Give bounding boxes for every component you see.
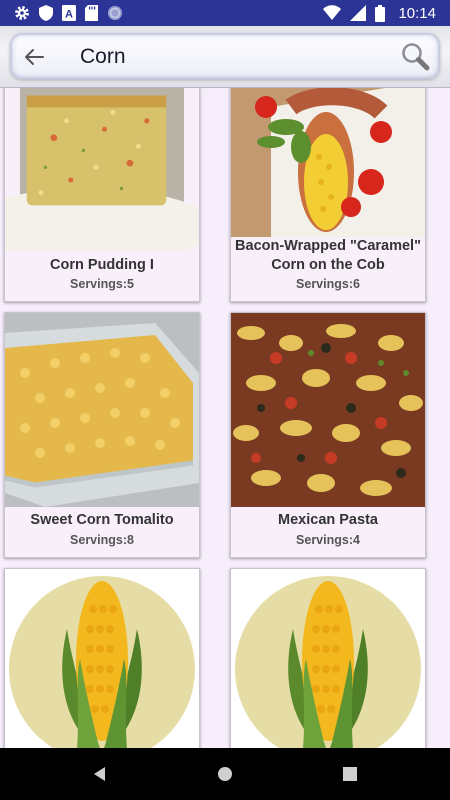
tomalito-photo bbox=[5, 313, 199, 507]
navigation-bar bbox=[0, 748, 450, 800]
corn-pudding-photo bbox=[5, 88, 199, 251]
recipe-title: Sweet Corn Tomalito bbox=[30, 512, 174, 528]
signal-icon bbox=[350, 5, 367, 21]
mexican-pasta-photo bbox=[231, 313, 425, 507]
recipe-title: Mexican Pasta bbox=[278, 512, 378, 528]
recipe-card[interactable]: Bacon-Wrapped "Caramel" Corn on the Cob … bbox=[230, 88, 426, 302]
recipe-servings: Servings:5 bbox=[70, 277, 134, 291]
recipe-grid: Corn Pudding I Servings:5 Bacon-Wrapped … bbox=[0, 88, 450, 748]
status-right-icons: 10:14 bbox=[323, 4, 436, 22]
recipe-card[interactable] bbox=[230, 568, 426, 748]
corn-placeholder-icon bbox=[5, 569, 199, 748]
recipe-servings: Servings:8 bbox=[70, 533, 134, 547]
font-a-icon: A bbox=[62, 5, 76, 21]
recipe-card[interactable]: Sweet Corn Tomalito Servings:8 bbox=[4, 312, 200, 558]
status-left-icons: A bbox=[14, 4, 123, 22]
battery-icon bbox=[375, 4, 386, 22]
bacon-corn-photo bbox=[231, 88, 425, 237]
sd-card-icon bbox=[85, 5, 98, 21]
magnifier-icon[interactable] bbox=[400, 41, 430, 71]
back-triangle-icon[interactable] bbox=[90, 764, 110, 784]
recipe-card[interactable]: Mexican Pasta Servings:4 bbox=[230, 312, 426, 558]
search-header: Corn bbox=[0, 26, 450, 88]
recents-square-icon[interactable] bbox=[340, 764, 360, 784]
wifi-icon bbox=[323, 5, 342, 20]
search-bar[interactable]: Corn bbox=[10, 33, 440, 79]
recipe-title: Corn Pudding I bbox=[50, 257, 154, 273]
recipe-servings: Servings:6 bbox=[296, 277, 360, 291]
home-circle-icon[interactable] bbox=[215, 764, 235, 784]
recipe-servings: Servings:4 bbox=[296, 533, 360, 547]
gear-icon bbox=[15, 6, 29, 20]
arrow-left-icon[interactable] bbox=[22, 45, 46, 69]
recipe-card[interactable] bbox=[4, 568, 200, 748]
clock-time: 10:14 bbox=[398, 4, 436, 22]
svg-text:A: A bbox=[65, 9, 73, 21]
corn-placeholder-icon bbox=[231, 569, 425, 748]
status-bar: A 10:14 bbox=[0, 0, 450, 26]
recipe-card[interactable]: Corn Pudding I Servings:5 bbox=[4, 88, 200, 302]
recipe-title: Bacon-Wrapped "Caramel" Corn on the Cob bbox=[235, 238, 421, 273]
search-input[interactable]: Corn bbox=[80, 45, 126, 69]
sync-circle-icon bbox=[108, 6, 122, 20]
shield-icon bbox=[39, 5, 53, 21]
